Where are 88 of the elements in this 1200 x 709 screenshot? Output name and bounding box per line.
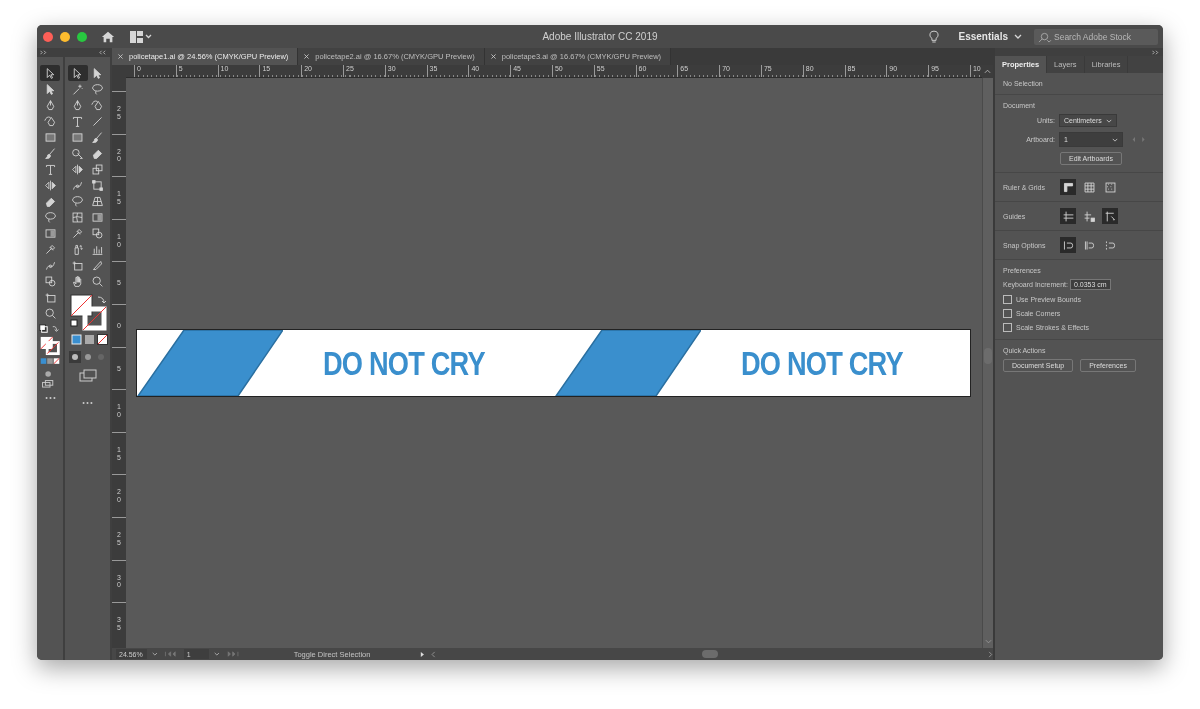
pointer-icon <box>91 66 104 80</box>
caret-icon <box>1014 34 1022 39</box>
reflect-icon <box>43 178 57 192</box>
lock-guides-icon <box>1082 209 1096 223</box>
eyedropper-icon <box>71 226 84 240</box>
close-icon[interactable] <box>118 54 123 59</box>
shape-builder-icon <box>71 146 84 160</box>
fill-stroke-icon[interactable] <box>37 323 63 388</box>
gradient-icon <box>43 226 57 240</box>
caret-icon[interactable] <box>151 652 158 656</box>
expand-icon[interactable] <box>40 50 47 55</box>
search-icon <box>1037 31 1052 43</box>
checkbox[interactable] <box>1003 295 1012 304</box>
guides-toggle[interactable] <box>1060 208 1076 224</box>
gradient-icon <box>91 210 104 224</box>
artboard-icon <box>43 290 57 304</box>
eyedropper-icon <box>43 242 57 256</box>
window-title: Adobe Illustrator CC 2019 <box>542 31 658 42</box>
guides-icon <box>1061 209 1075 223</box>
checkbox[interactable] <box>1003 323 1012 332</box>
close-icon[interactable] <box>304 54 310 59</box>
transparency-grid-toggle[interactable] <box>1102 179 1118 195</box>
rectangle-icon <box>43 130 57 144</box>
collapse-icon[interactable] <box>1152 49 1159 55</box>
snap-icon <box>1103 238 1117 252</box>
checkbox[interactable] <box>1003 309 1012 318</box>
lightbulb-icon[interactable] <box>928 29 939 44</box>
pen-icon <box>71 98 84 112</box>
artboard-icon <box>71 258 84 272</box>
grid-toggle[interactable] <box>1081 179 1097 195</box>
play-icon[interactable] <box>420 650 426 658</box>
grid-icon <box>1082 180 1096 194</box>
snap-icon <box>1082 238 1096 252</box>
smart-guides-toggle[interactable] <box>1102 208 1118 224</box>
scroll-right-icon[interactable] <box>988 650 993 658</box>
lasso-icon <box>91 82 104 96</box>
scale-icon <box>91 162 104 176</box>
home-icon[interactable] <box>101 29 115 44</box>
knife-icon <box>91 258 104 272</box>
perspective-grid-icon <box>91 194 104 208</box>
line-icon <box>91 114 104 128</box>
ruler-toggle[interactable] <box>1060 179 1076 195</box>
hand-icon <box>71 274 84 288</box>
pen-icon <box>43 114 57 128</box>
more-icon[interactable] <box>44 396 56 400</box>
snap-toggle[interactable] <box>1060 237 1076 253</box>
snap-icon <box>1061 238 1075 252</box>
tape-text: DO NOT CRY <box>323 344 485 382</box>
pointer-tool[interactable] <box>40 65 60 81</box>
scroll-thumb[interactable] <box>984 348 992 364</box>
type-icon <box>71 114 84 128</box>
mesh-icon <box>71 210 84 224</box>
blend-icon <box>43 274 57 288</box>
close-button[interactable] <box>43 31 53 42</box>
lasso-icon <box>43 210 57 224</box>
smart-guides-icon <box>1103 209 1117 223</box>
wand-icon <box>71 82 84 96</box>
workspace-layout-icon[interactable] <box>129 30 153 43</box>
tape-text: DO NOT CRY <box>741 344 903 382</box>
minimize-button[interactable] <box>60 31 70 42</box>
pen-icon <box>91 98 104 112</box>
blend-icon <box>91 226 104 240</box>
pointer-tool[interactable] <box>67 65 88 81</box>
spray-icon <box>71 242 84 256</box>
collapse-icon[interactable] <box>99 50 106 55</box>
reflect-icon <box>71 162 84 176</box>
close-icon[interactable] <box>490 54 496 59</box>
pointer-icon <box>71 66 84 80</box>
transform-icon <box>91 178 104 192</box>
more-icon[interactable] <box>82 401 93 405</box>
lasso-icon <box>71 194 84 208</box>
search-field[interactable]: Search Adobe Stock <box>1034 28 1158 45</box>
workspace-dropdown[interactable]: Essentials <box>954 31 1026 42</box>
ruler-icon <box>1061 180 1075 194</box>
brush-icon <box>43 146 57 160</box>
transparency-grid-icon <box>1103 180 1117 194</box>
previous-icon[interactable] <box>164 651 178 657</box>
maximize-button[interactable] <box>77 31 87 42</box>
zoom-icon <box>91 274 104 288</box>
rectangle-icon <box>71 130 84 144</box>
caret-icon[interactable] <box>213 652 220 656</box>
caret-icon <box>1105 118 1112 123</box>
caret-icon <box>1112 137 1118 142</box>
scroll-thumb[interactable] <box>701 650 718 658</box>
type-icon <box>43 162 57 176</box>
zoom-icon <box>43 306 57 320</box>
scroll-up-icon[interactable] <box>984 69 991 74</box>
brush-icon <box>91 130 104 144</box>
